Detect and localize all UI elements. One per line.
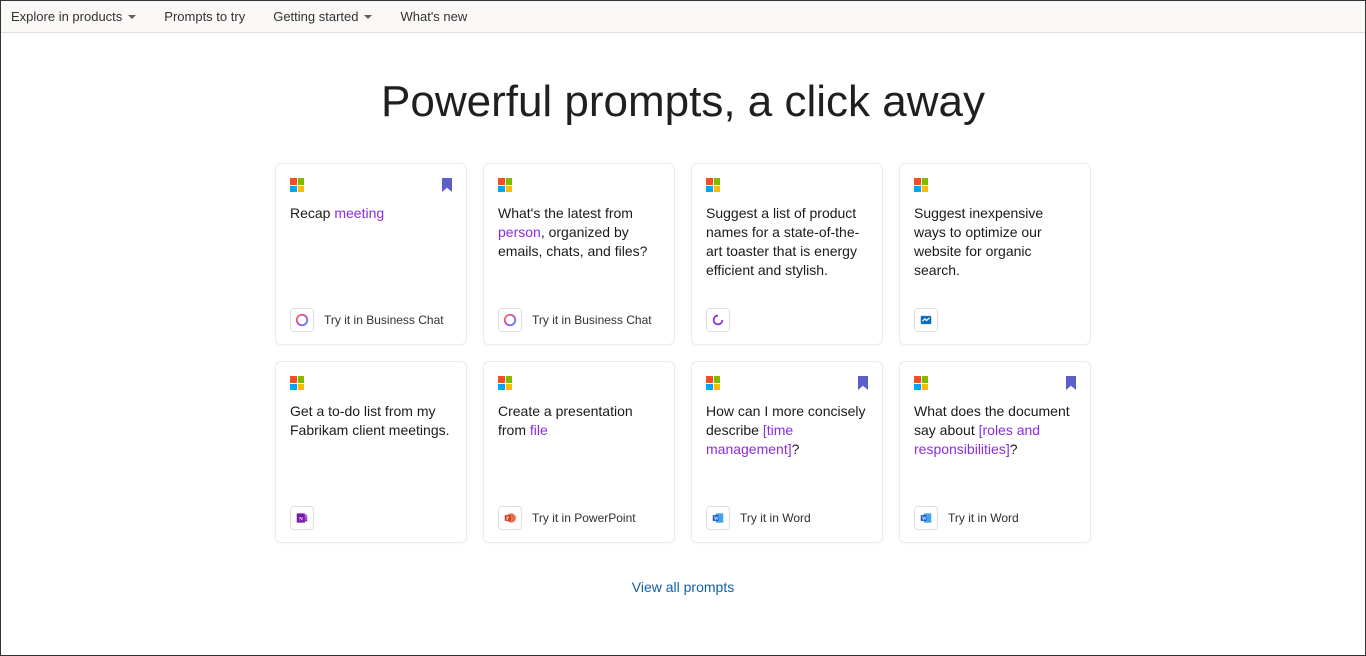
nav-label: Explore in products bbox=[11, 9, 122, 24]
prompt-text-pre: Create a presentation from bbox=[498, 403, 633, 438]
word-icon[interactable]: W bbox=[914, 506, 938, 530]
prompt-text-highlight: meeting bbox=[334, 205, 384, 221]
nav-prompts-to-try[interactable]: Prompts to try bbox=[162, 5, 247, 28]
prompt-card-grid: Recap meeting Try it in Business Chat What… bbox=[1, 163, 1365, 543]
prompt-text-pre: Recap bbox=[290, 205, 334, 221]
nav-getting-started[interactable]: Getting started bbox=[271, 5, 374, 28]
prompt-text-pre: What's the latest from bbox=[498, 205, 633, 221]
loop-icon[interactable] bbox=[706, 308, 730, 332]
nav-whats-new[interactable]: What's new bbox=[398, 5, 469, 28]
prompt-text: How can I more concisely describe [time … bbox=[706, 402, 868, 498]
top-nav: Explore in products Prompts to try Getti… bbox=[1, 1, 1365, 33]
card-footer: Try it in Business Chat bbox=[498, 308, 660, 332]
svg-text:P: P bbox=[506, 517, 509, 522]
svg-text:W: W bbox=[714, 517, 719, 522]
copilot-icon[interactable] bbox=[290, 308, 314, 332]
card-footer: W Try it in Word bbox=[914, 506, 1076, 530]
prompt-card[interactable]: Recap meeting Try it in Business Chat bbox=[275, 163, 467, 345]
card-header bbox=[914, 178, 1076, 196]
prompt-text: Suggest a list of product names for a st… bbox=[706, 204, 868, 300]
microsoft-logo-icon bbox=[290, 178, 304, 192]
view-all-row: View all prompts bbox=[1, 579, 1365, 597]
card-footer: N bbox=[290, 506, 452, 530]
prompt-card[interactable]: What's the latest from person, organized… bbox=[483, 163, 675, 345]
try-it-label: Try it in Word bbox=[948, 511, 1019, 525]
svg-text:W: W bbox=[922, 517, 927, 522]
prompt-card[interactable]: Create a presentation from file P Try it i… bbox=[483, 361, 675, 543]
card-footer: Try it in Business Chat bbox=[290, 308, 452, 332]
card-header bbox=[290, 376, 452, 394]
powerpoint-icon[interactable]: P bbox=[498, 506, 522, 530]
nav-label: Getting started bbox=[273, 9, 358, 24]
prompt-card[interactable]: What does the document say about [roles … bbox=[899, 361, 1091, 543]
bookmark-icon[interactable] bbox=[1066, 376, 1076, 390]
card-header bbox=[498, 376, 660, 394]
prompt-text-highlight: person bbox=[498, 224, 541, 240]
nav-label: What's new bbox=[400, 9, 467, 24]
try-it-label: Try it in Word bbox=[740, 511, 811, 525]
microsoft-logo-icon bbox=[914, 376, 928, 390]
nav-label: Prompts to try bbox=[164, 9, 245, 24]
bookmark-icon[interactable] bbox=[858, 376, 868, 390]
chevron-down-icon bbox=[128, 15, 136, 19]
prompt-card[interactable]: How can I more concisely describe [time … bbox=[691, 361, 883, 543]
prompt-text: Get a to-do list from my Fabrikam client… bbox=[290, 402, 452, 498]
card-header bbox=[498, 178, 660, 196]
card-header bbox=[706, 178, 868, 196]
prompt-text-post: ? bbox=[1010, 441, 1018, 457]
prompt-text: What does the document say about [roles … bbox=[914, 402, 1076, 498]
svg-text:N: N bbox=[299, 516, 303, 522]
microsoft-logo-icon bbox=[706, 376, 720, 390]
prompt-text-highlight: file bbox=[530, 422, 548, 438]
try-it-label: Try it in Business Chat bbox=[324, 313, 444, 327]
nav-explore-in-products[interactable]: Explore in products bbox=[9, 5, 138, 28]
try-it-label: Try it in Business Chat bbox=[532, 313, 652, 327]
prompt-text: Suggest inexpensive ways to optimize our… bbox=[914, 204, 1076, 300]
microsoft-logo-icon bbox=[914, 178, 928, 192]
whiteboard-icon[interactable] bbox=[914, 308, 938, 332]
prompt-text-pre: Get a to-do list from my Fabrikam client… bbox=[290, 403, 450, 438]
word-icon[interactable]: W bbox=[706, 506, 730, 530]
microsoft-logo-icon bbox=[498, 178, 512, 192]
prompt-card[interactable]: Get a to-do list from my Fabrikam client… bbox=[275, 361, 467, 543]
prompt-card[interactable]: Suggest a list of product names for a st… bbox=[691, 163, 883, 345]
prompt-card[interactable]: Suggest inexpensive ways to optimize our… bbox=[899, 163, 1091, 345]
card-footer: W Try it in Word bbox=[706, 506, 868, 530]
prompt-text: What's the latest from person, organized… bbox=[498, 204, 660, 300]
microsoft-logo-icon bbox=[706, 178, 720, 192]
prompt-text: Create a presentation from file bbox=[498, 402, 660, 498]
card-header bbox=[290, 178, 452, 196]
card-header bbox=[914, 376, 1076, 394]
card-footer bbox=[706, 308, 868, 332]
page-title: Powerful prompts, a click away bbox=[1, 77, 1365, 127]
prompt-text-pre: Suggest inexpensive ways to optimize our… bbox=[914, 205, 1043, 278]
bookmark-icon[interactable] bbox=[442, 178, 452, 192]
card-footer bbox=[914, 308, 1076, 332]
microsoft-logo-icon bbox=[498, 376, 512, 390]
card-header bbox=[706, 376, 868, 394]
view-all-prompts-link[interactable]: View all prompts bbox=[632, 579, 734, 595]
prompt-text-pre: Suggest a list of product names for a st… bbox=[706, 205, 859, 278]
copilot-icon[interactable] bbox=[498, 308, 522, 332]
onenote-icon[interactable]: N bbox=[290, 506, 314, 530]
microsoft-logo-icon bbox=[290, 376, 304, 390]
card-footer: P Try it in PowerPoint bbox=[498, 506, 660, 530]
prompt-text-post: ? bbox=[792, 441, 800, 457]
try-it-label: Try it in PowerPoint bbox=[532, 511, 636, 525]
hero: Powerful prompts, a click away bbox=[1, 77, 1365, 127]
prompt-text: Recap meeting bbox=[290, 204, 452, 300]
chevron-down-icon bbox=[364, 15, 372, 19]
